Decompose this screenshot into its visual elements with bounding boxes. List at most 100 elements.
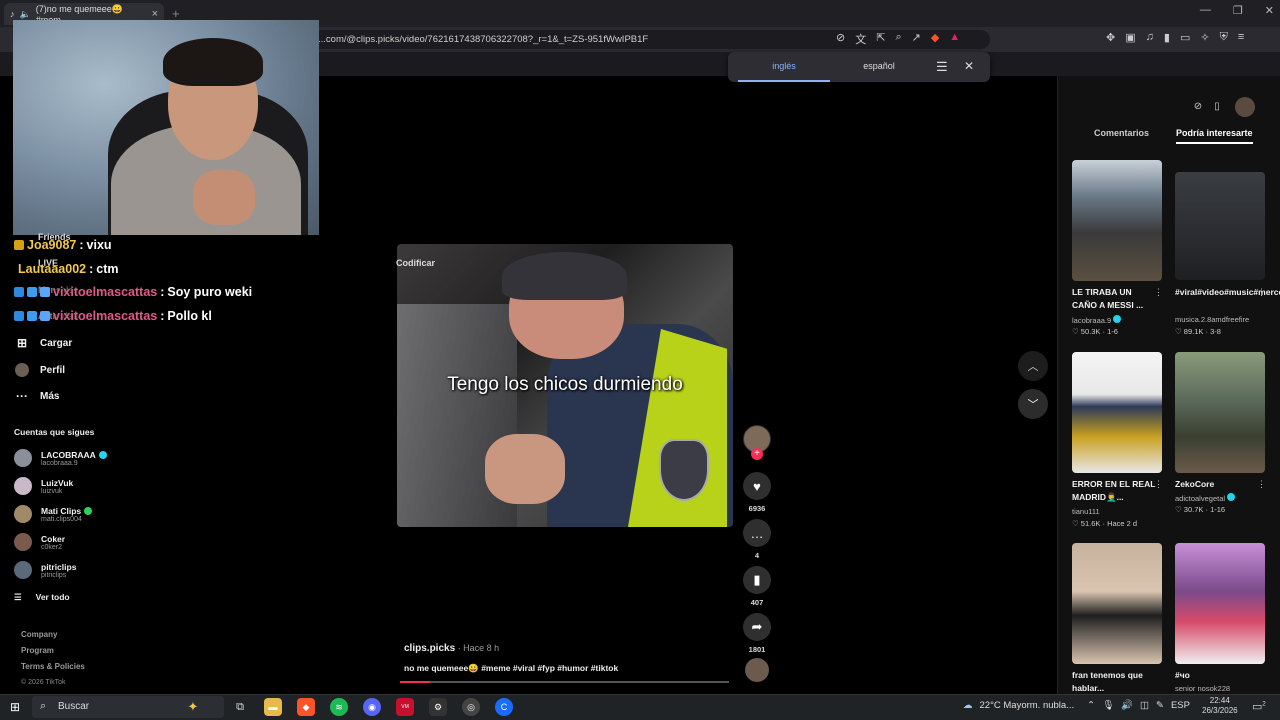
chat-text: Soy puro weki [167, 285, 253, 299]
app-icon[interactable]: ⚙ [429, 698, 447, 716]
like-action[interactable]: ♥ 6936 [742, 472, 772, 513]
footer-link-program[interactable]: Program [21, 646, 54, 655]
following-account[interactable]: Mati Clips mati.clips004 [14, 505, 93, 523]
screenshot-icon[interactable]: ▣ [1125, 31, 1135, 44]
recommended-video-title[interactable]: #viral#video#music#mercedes [1175, 286, 1280, 299]
share-arrow-icon[interactable]: ➦ [743, 613, 771, 641]
video-author[interactable]: clips.picks · Hace 8 h [404, 643, 499, 654]
network-icon[interactable]: ◫ [1140, 700, 1149, 711]
discord-icon[interactable]: ◉ [363, 698, 381, 716]
notification-center-icon[interactable]: ▭2 [1252, 700, 1266, 713]
source-language-tab[interactable]: inglés [738, 52, 830, 82]
footer-link-company[interactable]: Company [21, 630, 57, 639]
maximize-button[interactable]: ❐ [1233, 4, 1243, 17]
tab-recommended[interactable]: Podría interesarte [1176, 128, 1253, 144]
capcut-icon[interactable]: C [495, 698, 513, 716]
recommended-video-title[interactable]: fran tenemos que hablar... [1072, 669, 1158, 695]
pen-icon[interactable]: ✎ [1156, 700, 1164, 711]
recommended-video-thumbnail[interactable] [1175, 543, 1265, 664]
target-language-tab[interactable]: español [836, 52, 922, 82]
user-avatar[interactable] [1235, 97, 1255, 117]
share-icon[interactable]: ↗ [912, 31, 921, 47]
sidebar-item-more[interactable]: ··· Más [14, 388, 59, 404]
next-video-button[interactable]: ﹀ [1018, 389, 1048, 419]
task-view-icon[interactable]: ⧉ [231, 698, 249, 716]
following-account[interactable]: LuizVuk luizvuk [14, 477, 73, 495]
tab-comments[interactable]: Comentarios [1094, 128, 1149, 138]
sparkle-icon[interactable]: ✦ [184, 698, 202, 716]
rewards-icon[interactable]: ▲ [949, 31, 960, 47]
taskbar-clock[interactable]: 22:44 26/3/2026 [1202, 696, 1238, 716]
recommended-video-author[interactable]: lacobraaa.9 [1072, 315, 1122, 325]
chevron-up-icon[interactable]: ⌃ [1087, 700, 1095, 711]
zoom-icon[interactable]: ⌕ [895, 31, 901, 47]
more-options-icon[interactable]: ⋮ [1154, 287, 1163, 298]
wallet-icon[interactable]: ▭ [1180, 31, 1190, 44]
save-action[interactable]: ▮ 407 [742, 566, 772, 607]
vpn-icon[interactable]: ⛨ [1220, 31, 1228, 44]
more-options-icon[interactable]: ⋮ [1257, 479, 1266, 490]
leo-ai-icon[interactable]: ✧ [1200, 31, 1209, 44]
close-window-button[interactable]: ✕ [1265, 4, 1274, 17]
following-account[interactable]: LACOBRAAA lacobraaa.9 [14, 449, 107, 467]
translate-icon[interactable]: 文 [855, 31, 866, 47]
brave-shield-icon[interactable]: ◆ [931, 31, 939, 47]
translate-menu-icon[interactable]: ☰ [936, 59, 948, 75]
recommended-video-title[interactable]: ZekoCore [1175, 478, 1261, 491]
share-action[interactable]: ➦ 1801 [742, 613, 772, 654]
recommended-video-thumbnail[interactable] [1175, 352, 1265, 473]
more-options-icon[interactable]: ⋮ [1257, 287, 1266, 298]
phone-icon[interactable]: ▯ [1206, 97, 1228, 115]
recommended-video-thumbnail[interactable] [1175, 172, 1265, 280]
open-external-icon[interactable]: ⇱ [876, 31, 885, 47]
heart-icon[interactable]: ♥ [743, 472, 771, 500]
recommended-video-author[interactable]: tianu111 [1072, 507, 1100, 516]
input-language[interactable]: ESP [1171, 700, 1190, 711]
following-account[interactable]: Coker c0ker2 [14, 533, 65, 551]
sidebar-item-profile[interactable]: Perfil [14, 362, 65, 378]
recommended-video-title[interactable]: LE TIRABA UN CAÑO A MESSI ... [1072, 286, 1158, 312]
recommended-video-thumbnail[interactable] [1072, 160, 1162, 281]
new-tab-button[interactable]: + [172, 6, 180, 21]
music-disc-icon[interactable] [745, 658, 769, 682]
microphone-icon[interactable]: 🎙 [1102, 700, 1114, 711]
more-options-icon[interactable]: ⋮ [1154, 479, 1163, 490]
speaker-icon[interactable]: 🔊 [1121, 700, 1133, 711]
obs-studio-icon[interactable]: ◎ [462, 698, 480, 716]
comment-action[interactable]: … 4 [742, 519, 772, 560]
footer-link-terms[interactable]: Terms & Policies [21, 662, 85, 671]
author-name[interactable]: clips.picks [404, 643, 455, 654]
windows-start-icon[interactable]: ⊞ [10, 700, 20, 714]
file-explorer-icon[interactable]: ▬ [264, 698, 282, 716]
voice-meeter-icon[interactable]: VM [396, 698, 414, 716]
following-account[interactable]: pitriclips pitriclips [14, 561, 76, 579]
extensions-icon[interactable]: ✥ [1106, 31, 1115, 44]
brave-browser-icon[interactable]: ◆ [297, 698, 315, 716]
recommended-video-thumbnail[interactable] [1072, 543, 1162, 664]
minimize-button[interactable]: — [1200, 4, 1211, 17]
translate-close-icon[interactable]: ✕ [964, 59, 974, 73]
recommended-video-title[interactable]: #чо [1175, 669, 1261, 682]
media-icon[interactable]: ♫ [1146, 31, 1154, 44]
recommended-video-title[interactable]: ERROR EN EL REAL MADRID🤦‍♂️... [1072, 478, 1158, 504]
bookmark-icon[interactable]: ▮ [743, 566, 771, 594]
video-progress-bar[interactable] [400, 681, 729, 683]
tab-close-icon[interactable]: × [152, 8, 158, 20]
sidebar-toggle-icon[interactable]: ▮ [1164, 31, 1170, 44]
see-all-button[interactable]: ☰ Ver todo [14, 592, 70, 603]
sidebar-item-upload[interactable]: ⊞ Cargar [14, 335, 72, 351]
spotify-icon[interactable]: ≋ [330, 698, 348, 716]
weather-icon[interactable]: ☁ [963, 700, 973, 711]
comment-icon[interactable]: … [743, 519, 771, 547]
recommended-video-author[interactable]: senior nosok228 [1175, 684, 1230, 693]
previous-video-button[interactable]: ︿ [1018, 351, 1048, 381]
chat-separator: : [89, 262, 94, 276]
menu-icon[interactable]: ≡ [1238, 31, 1244, 44]
no-sync-icon[interactable]: ⊘ [836, 31, 845, 47]
weather-text[interactable]: 22°C Mayorm. nubla... [980, 700, 1075, 711]
follow-plus-icon[interactable]: + [751, 448, 763, 460]
recommended-video-author[interactable]: adictoalvegetal [1175, 493, 1236, 503]
recommended-video-thumbnail[interactable] [1072, 352, 1162, 473]
recommended-video-author[interactable]: musica.2.8amdfreefire [1175, 315, 1249, 324]
video-player[interactable]: Tengo los chicos durmiendo [397, 244, 733, 527]
